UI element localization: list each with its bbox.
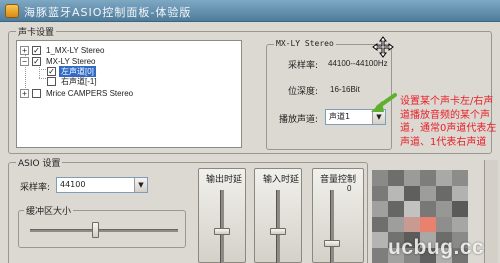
channel-select-value: 声道1 [329, 112, 351, 121]
window-title: 海豚蓝牙ASIO控制面板-体验版 [24, 6, 192, 19]
checkbox-icon[interactable]: ✓ [32, 45, 41, 55]
sound-card-group-title: 声卡设置 [16, 25, 57, 38]
asio-sample-rate-select[interactable]: 44100 ▼ [56, 177, 148, 193]
buffer-slider-track[interactable] [30, 229, 178, 232]
asio-group-title: ASIO 设置 [16, 156, 63, 169]
output-latency-thumb[interactable] [214, 228, 230, 235]
title-bar[interactable]: 海豚蓝牙ASIO控制面板-体验版 [0, 0, 500, 22]
input-latency-label: 输入时延 [263, 175, 300, 185]
buffer-label: 缓冲区大小 [24, 204, 74, 217]
sound-card-tree[interactable]: + ✓ 1_MX-LY Stereo − ✓ MX-LY Stereo ✓ 左声… [16, 40, 242, 148]
annotation-text: 设置某个声卡左/右声道播放音频的某个声道，通常0声道代表左声道、1代表右声道 [400, 96, 497, 148]
device-bit-depth-label: 位深度: [288, 87, 319, 97]
volume-thumb[interactable] [324, 240, 340, 247]
buffer-slider-thumb[interactable] [92, 222, 99, 238]
arrow-icon [371, 93, 397, 112]
move-cursor-icon [372, 36, 394, 58]
channel-label: 播放声道: [279, 115, 319, 125]
collapse-icon[interactable]: − [20, 56, 29, 66]
asio-sample-rate-label: 采样率: [20, 183, 51, 193]
tree-item[interactable]: 右声道[-1] [47, 75, 99, 87]
volume-value: 0 [347, 184, 352, 193]
output-latency-label: 输出时延 [206, 175, 243, 185]
device-sample-rate-value: 44100--44100Hz [328, 59, 388, 68]
output-latency-track[interactable] [220, 190, 224, 263]
checkbox-icon[interactable] [47, 76, 56, 86]
device-bit-depth-value: 16-16Bit [330, 85, 360, 94]
checkbox-icon[interactable]: ✓ [32, 56, 41, 66]
input-latency-track[interactable] [276, 190, 280, 263]
tree-item[interactable]: + Mrice CAMPERS Stereo [20, 87, 135, 99]
app-icon [5, 4, 19, 18]
asio-sample-rate-value: 44100 [60, 180, 86, 189]
input-latency-thumb[interactable] [270, 228, 286, 235]
device-panel-title: MX-LY Stereo [274, 39, 336, 48]
chevron-down-icon[interactable]: ▼ [134, 178, 147, 192]
checkbox-icon[interactable] [32, 88, 41, 98]
scrollbar[interactable] [484, 160, 498, 263]
expand-icon[interactable]: + [20, 45, 29, 55]
expand-icon[interactable]: + [20, 88, 29, 98]
device-sample-rate-label: 采样率: [288, 61, 319, 71]
volume-track[interactable] [330, 190, 334, 263]
watermark-text: ucbug.cc [388, 236, 485, 259]
